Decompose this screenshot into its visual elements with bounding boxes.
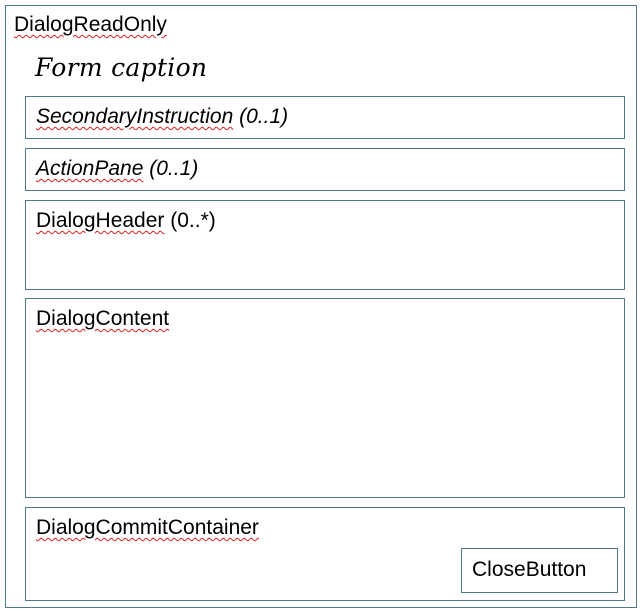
action-pane-name: ActionPane <box>36 157 144 180</box>
close-button-label: CloseButton <box>472 558 587 581</box>
dialog-header-label: DialogHeader (0..*) <box>36 210 216 231</box>
action-pane-label: ActionPane (0..1) <box>36 158 198 179</box>
action-pane-box: ActionPane (0..1) <box>25 148 625 191</box>
action-pane-multiplicity: (0..1) <box>143 157 199 180</box>
dialog-pattern-name: DialogReadOnly <box>14 13 167 36</box>
close-button[interactable]: CloseButton <box>461 548 618 593</box>
secondary-instruction-label: SecondaryInstruction (0..1) <box>36 106 288 127</box>
secondary-instruction-box: SecondaryInstruction (0..1) <box>25 96 625 139</box>
dialog-content-box: DialogContent <box>25 298 625 498</box>
dialog-header-box: DialogHeader (0..*) <box>25 200 625 290</box>
secondary-instruction-multiplicity: (0..1) <box>233 105 289 128</box>
secondary-instruction-name: SecondaryInstruction <box>36 105 234 128</box>
dialog-header-name: DialogHeader <box>36 209 165 232</box>
dialog-header-multiplicity: (0..*) <box>164 209 216 232</box>
dialog-commit-container-label: DialogCommitContainer <box>36 516 259 539</box>
dialog-content-label: DialogContent <box>36 307 170 330</box>
form-caption: Form caption <box>35 53 208 82</box>
